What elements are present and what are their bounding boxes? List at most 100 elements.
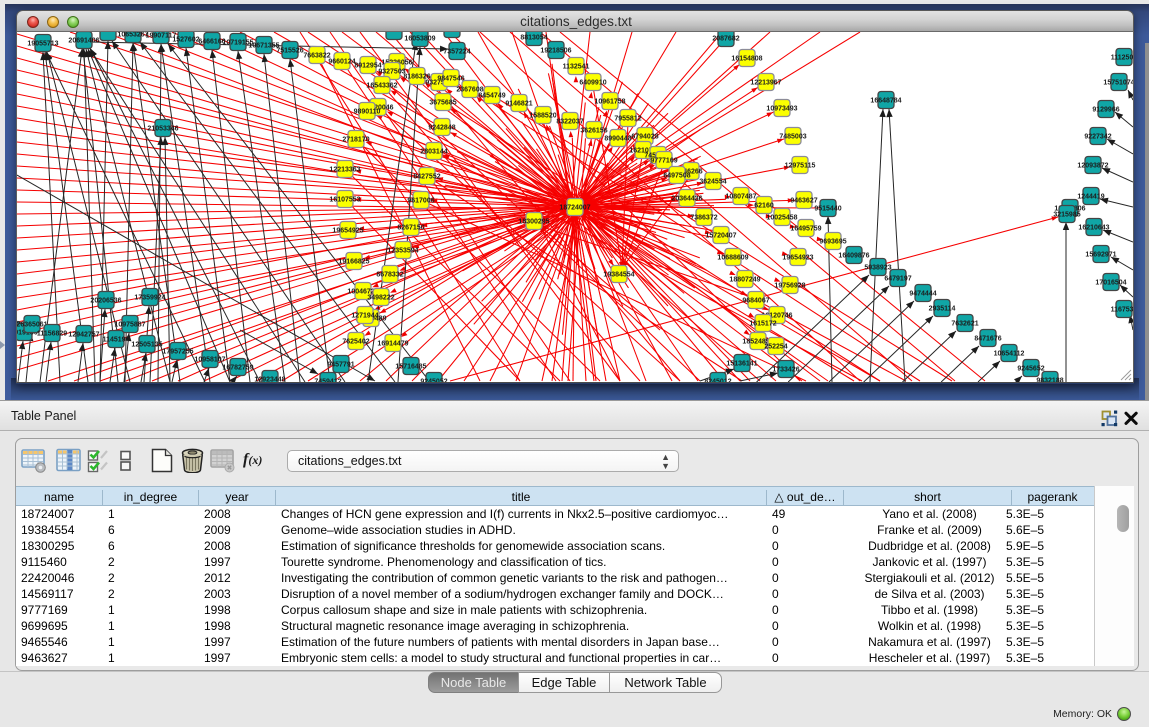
svg-text:6497508: 6497508 [663, 172, 690, 179]
svg-text:9617006: 9617006 [407, 197, 434, 204]
svg-text:21053346: 21053346 [147, 125, 178, 132]
svg-text:1271944: 1271944 [351, 312, 378, 319]
svg-text:12942757: 12942757 [68, 331, 99, 338]
svg-text:19756928: 19756928 [774, 282, 805, 289]
svg-text:2718170: 2718170 [342, 136, 369, 143]
svg-text:9832188: 9832188 [1036, 377, 1063, 382]
svg-text:17016504: 17016504 [1095, 279, 1126, 286]
svg-text:1615172: 1615172 [749, 320, 776, 327]
svg-text:9146821: 9146821 [505, 100, 532, 107]
svg-text:12213363: 12213363 [329, 166, 360, 173]
svg-text:8322037: 8322037 [556, 118, 583, 125]
svg-text:10961758: 10961758 [594, 98, 625, 105]
svg-text:9847546: 9847546 [437, 75, 464, 82]
svg-text:9660124: 9660124 [328, 58, 355, 65]
svg-text:11156829: 11156829 [37, 330, 67, 337]
svg-text:12093872: 12093872 [1077, 162, 1108, 169]
svg-text:10653267: 10653267 [117, 32, 148, 38]
svg-text:18300295: 18300295 [518, 218, 549, 225]
svg-text:8990448: 8990448 [604, 135, 631, 142]
svg-text:8454749: 8454749 [478, 92, 505, 99]
svg-text:6794028: 6794028 [631, 133, 658, 140]
svg-text:8267150: 8267150 [397, 224, 424, 231]
svg-text:16782759: 16782759 [222, 364, 253, 371]
svg-text:7625402: 7625402 [342, 338, 369, 345]
svg-text:9327503: 9327503 [378, 68, 405, 75]
svg-text:20206536: 20206536 [90, 297, 121, 304]
svg-text:252254: 252254 [764, 343, 787, 350]
svg-text:10973493: 10973493 [766, 105, 797, 112]
svg-text:12213967: 12213967 [750, 79, 781, 86]
svg-text:15692971: 15692971 [1085, 251, 1116, 258]
svg-text:7632621: 7632621 [951, 320, 978, 327]
svg-text:9227342: 9227342 [1084, 133, 1111, 140]
svg-text:15716485: 15716485 [395, 363, 426, 370]
svg-text:19654923: 19654923 [782, 254, 813, 261]
svg-text:20364436: 20364436 [671, 195, 702, 202]
svg-text:10688609: 10688609 [717, 254, 748, 261]
svg-text:1167533: 1167533 [1111, 306, 1133, 313]
svg-text:12505135: 12505135 [131, 341, 162, 348]
svg-text:1244419: 1244419 [1077, 193, 1104, 200]
svg-text:1588520: 1588520 [529, 112, 556, 119]
svg-text:19654925: 19654925 [332, 227, 363, 234]
svg-text:9515440: 9515440 [814, 205, 841, 212]
svg-text:3498222: 3498222 [367, 294, 394, 301]
svg-text:5938923: 5938923 [864, 264, 891, 271]
svg-text:15751074: 15751074 [1103, 79, 1133, 86]
svg-text:12975115: 12975115 [785, 162, 816, 169]
svg-text:16648784: 16648784 [870, 97, 901, 104]
svg-text:9890110: 9890110 [354, 108, 381, 115]
svg-text:7386372: 7386372 [690, 214, 717, 221]
svg-text:19166825: 19166825 [338, 258, 369, 265]
svg-text:7459412: 7459412 [314, 378, 341, 382]
svg-text:9242848: 9242848 [428, 124, 455, 131]
svg-text:8813054: 8813054 [520, 34, 547, 41]
svg-text:26365061: 26365061 [17, 321, 48, 328]
svg-text:10671355: 10671355 [248, 42, 279, 49]
svg-text:9693695: 9693695 [819, 238, 846, 245]
svg-text:10025458: 10025458 [766, 214, 797, 221]
svg-text:18807249: 18807249 [729, 276, 760, 283]
svg-text:2087682: 2087682 [712, 35, 739, 42]
svg-text:3624554: 3624554 [699, 178, 726, 185]
svg-text:8471676: 8471676 [974, 335, 1001, 342]
svg-text:12923448: 12923448 [254, 376, 285, 382]
svg-text:16543362: 16543362 [366, 82, 397, 89]
svg-text:3675685: 3675685 [429, 99, 456, 106]
svg-text:10975887: 10975887 [114, 321, 145, 328]
svg-text:18724007: 18724007 [559, 204, 590, 211]
svg-text:9474444: 9474444 [909, 290, 936, 297]
svg-text:7515526: 7515526 [276, 47, 303, 54]
svg-text:62160: 62160 [754, 202, 774, 209]
svg-text:7663822: 7663822 [303, 52, 330, 59]
svg-text:19218506: 19218506 [540, 47, 571, 54]
svg-text:9457791: 9457791 [327, 361, 354, 368]
svg-text:2803144: 2803144 [420, 148, 447, 155]
svg-text:10654112: 10654112 [994, 350, 1025, 357]
svg-text:3215985: 3215985 [1053, 211, 1080, 218]
svg-text:7485003: 7485003 [779, 133, 806, 140]
svg-text:15720407: 15720407 [705, 232, 736, 239]
svg-text:19055713: 19055713 [27, 40, 58, 47]
svg-text:10958107: 10958107 [194, 356, 225, 363]
svg-text:9129966: 9129966 [1092, 106, 1119, 113]
svg-text:6479197: 6479197 [884, 275, 911, 282]
svg-text:8678332: 8678332 [376, 271, 403, 278]
svg-text:9684067: 9684067 [742, 297, 769, 304]
svg-text:15136141: 15136141 [726, 360, 757, 367]
svg-text:9777169: 9777169 [650, 157, 677, 164]
svg-text:3626156: 3626156 [580, 127, 607, 134]
svg-text:9463627: 9463627 [790, 197, 817, 204]
svg-text:1527602: 1527602 [172, 36, 199, 43]
svg-text:9245052: 9245052 [420, 378, 447, 382]
svg-text:7955812: 7955812 [614, 115, 641, 122]
svg-text:1132541: 1132541 [563, 63, 590, 70]
svg-text:10807487: 10807487 [725, 193, 756, 200]
svg-text:16409876: 16409876 [838, 252, 869, 259]
svg-text:1145194: 1145194 [103, 336, 130, 343]
svg-text:2935114: 2935114 [929, 305, 956, 312]
svg-text:17359924: 17359924 [134, 294, 165, 301]
svg-text:7357224: 7357224 [443, 48, 470, 55]
svg-text:16107553: 16107553 [329, 196, 360, 203]
